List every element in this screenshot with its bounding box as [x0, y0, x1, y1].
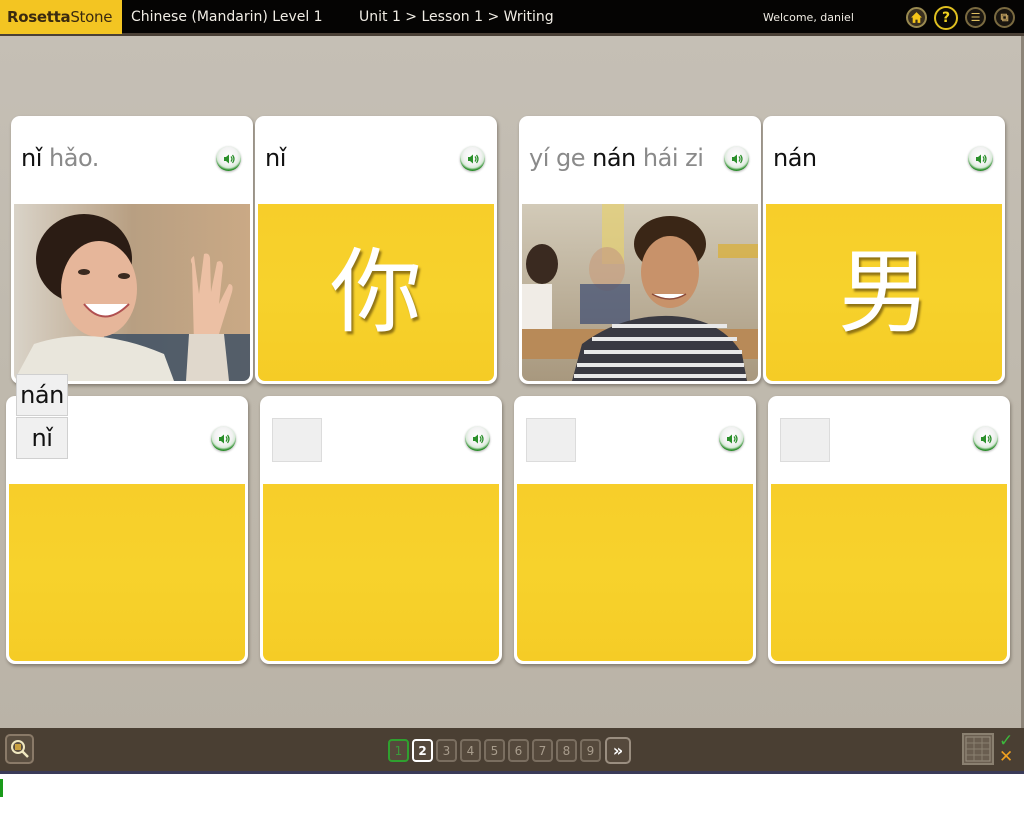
card-phrase: nǐ hǎo. — [21, 144, 99, 172]
card-header — [260, 396, 502, 484]
speaker-icon — [472, 434, 484, 443]
hanzi-character: 你 — [329, 238, 422, 346]
speaker-icon — [980, 434, 992, 443]
audio-button[interactable] — [724, 146, 749, 171]
speaker-icon — [975, 154, 987, 163]
phrase-part: hái zi — [635, 144, 704, 172]
zoom-button[interactable] — [5, 734, 34, 764]
help-button[interactable]: ? — [934, 6, 958, 30]
speaker-icon — [223, 154, 235, 163]
page-navigator: 123456789 — [388, 739, 601, 762]
answer-character-panel[interactable] — [263, 484, 499, 661]
speaker-icon — [731, 154, 743, 163]
page-button-7[interactable]: 7 — [532, 739, 553, 762]
phrase-part: yí ge — [529, 144, 593, 172]
phrase-part: nǐ — [21, 144, 42, 172]
woman-waving-photo — [14, 204, 250, 381]
page-button-1[interactable]: 1 — [388, 739, 409, 762]
page-button-5[interactable]: 5 — [484, 739, 505, 762]
rosetta-stone-logo: Rosetta Stone — [0, 0, 122, 34]
prompt-card-3: yí ge nán hái zi — [519, 116, 761, 384]
double-chevron-right-icon: » — [612, 741, 624, 760]
grid-icon — [965, 736, 991, 762]
grid-view-button[interactable] — [962, 733, 994, 765]
prompt-card-1: nǐ hǎo. — [11, 116, 253, 384]
boy-classroom-photo — [522, 204, 758, 381]
window-button[interactable]: ⧉ — [994, 7, 1015, 28]
answer-character-panel[interactable] — [9, 484, 245, 661]
answer-character-panel[interactable] — [771, 484, 1007, 661]
menu-icon: ☰ — [970, 11, 981, 24]
lesson-stage: nǐ hǎo. nǐ 你 yí ge nán hái zi nán 男 nán … — [0, 36, 1024, 732]
incorrect-cross-icon: ✕ — [999, 747, 1014, 767]
card-photo-woman-waving — [14, 204, 250, 381]
answer-card-2 — [260, 396, 502, 664]
card-header: nǐ — [255, 116, 497, 204]
bottom-toolbar: 123456789 » ✓ ✕ — [0, 728, 1024, 774]
next-pages-button[interactable]: » — [605, 737, 631, 764]
audio-button[interactable] — [465, 426, 490, 451]
card-character-panel: 你 — [258, 204, 494, 381]
page-button-4[interactable]: 4 — [460, 739, 481, 762]
prompt-card-4: nán 男 — [763, 116, 1005, 384]
help-icon: ? — [941, 10, 951, 26]
hanzi-character: 男 — [837, 238, 930, 346]
answer-card-4 — [768, 396, 1010, 664]
top-bar: Rosetta Stone Chinese (Mandarin) Level 1 … — [0, 0, 1024, 36]
page-button-8[interactable]: 8 — [556, 739, 577, 762]
phrase-part: hǎo. — [41, 144, 99, 172]
audio-button[interactable] — [968, 146, 993, 171]
logo-light: Stone — [70, 8, 113, 26]
answer-drop-slot[interactable] — [526, 418, 576, 462]
page-button-6[interactable]: 6 — [508, 739, 529, 762]
card-character-panel: 男 — [766, 204, 1002, 381]
home-icon — [911, 12, 922, 23]
page-button-3[interactable]: 3 — [436, 739, 457, 762]
magnifier-icon — [10, 740, 29, 758]
rosetta-stone-app: Rosetta Stone Chinese (Mandarin) Level 1 … — [0, 0, 1024, 819]
card-header — [768, 396, 1010, 484]
card-header: nán — [763, 116, 1005, 204]
audio-button[interactable] — [211, 426, 236, 451]
phrase-part: nán — [773, 144, 817, 172]
card-photo-boy-classroom — [522, 204, 758, 381]
logo-bold: Rosetta — [7, 8, 71, 26]
card-header: nǐ hǎo. — [11, 116, 253, 204]
speaker-icon — [726, 434, 738, 443]
home-button[interactable] — [906, 7, 927, 28]
card-header: yí ge nán hái zi — [519, 116, 761, 204]
course-title: Chinese (Mandarin) Level 1 — [131, 9, 323, 25]
phrase-part: nǐ — [265, 144, 286, 172]
card-phrase: yí ge nán hái zi — [529, 144, 704, 172]
window-icon: ⧉ — [1000, 10, 1009, 24]
card-header — [514, 396, 756, 484]
card-phrase: nǐ — [265, 144, 286, 172]
phrase-part: nán — [592, 144, 636, 172]
audio-button[interactable] — [719, 426, 744, 451]
prompt-card-2: nǐ 你 — [255, 116, 497, 384]
breadcrumb[interactable]: Unit 1 > Lesson 1 > Writing — [359, 9, 554, 25]
audio-button[interactable] — [460, 146, 485, 171]
page-button-9[interactable]: 9 — [580, 739, 601, 762]
page-button-2[interactable]: 2 — [412, 739, 433, 762]
speaker-icon — [218, 434, 230, 443]
menu-button[interactable]: ☰ — [965, 7, 986, 28]
drag-tile[interactable]: nǐ — [16, 417, 68, 459]
speaker-icon — [467, 154, 479, 163]
card-phrase: nán — [773, 144, 817, 172]
answer-card-3 — [514, 396, 756, 664]
answer-drop-slot[interactable] — [272, 418, 322, 462]
status-marker — [0, 779, 3, 797]
drag-tile[interactable]: nán — [16, 374, 68, 416]
welcome-text: Welcome, daniel — [763, 11, 854, 24]
audio-button[interactable] — [216, 146, 241, 171]
answer-character-panel[interactable] — [517, 484, 753, 661]
answer-drop-slot[interactable] — [780, 418, 830, 462]
audio-button[interactable] — [973, 426, 998, 451]
